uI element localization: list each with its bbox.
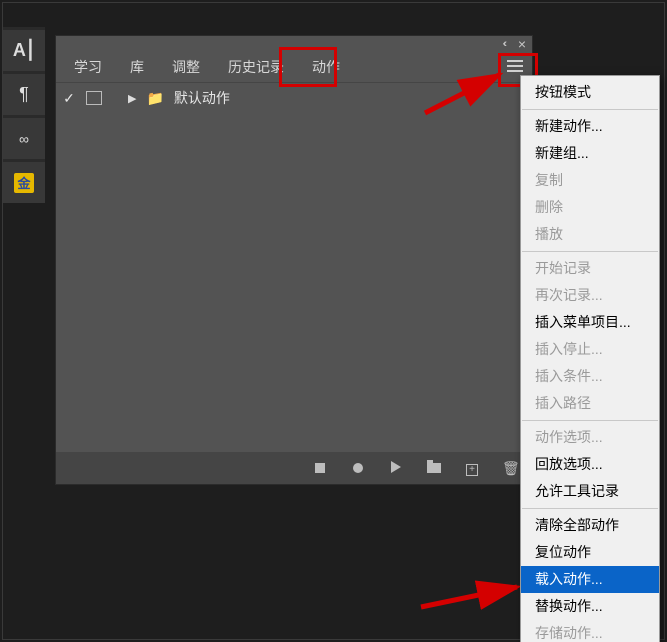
delete-button[interactable]: 🗑 [502, 460, 518, 477]
action-set-label: 默认动作 [174, 88, 230, 108]
app-icon: 金 [14, 173, 34, 193]
menu-item-label: 按钮模式 [535, 84, 591, 100]
menu-item-delete: 删除 [521, 194, 659, 221]
toggle-check-icon[interactable]: ✓ [62, 90, 76, 107]
left-toolstrip: A⎮ ¶ ∞ 金 [3, 27, 45, 203]
plus-icon: + [466, 464, 478, 476]
menu-item-clear-all-actions[interactable]: 清除全部动作 [521, 512, 659, 539]
panel-flyout-menu-button[interactable] [504, 56, 526, 76]
menu-item-label: 复制 [535, 172, 563, 188]
tab-label: 学习 [74, 57, 102, 77]
menu-item-play: 播放 [521, 221, 659, 248]
share-icon: ∞ [14, 129, 34, 149]
menu-item-replace-actions[interactable]: 替换动作... [521, 593, 659, 620]
menu-separator [522, 508, 658, 509]
tab-label: 调整 [172, 57, 200, 77]
menu-item-label: 新建组... [535, 145, 589, 161]
panel-close-button[interactable]: × [518, 36, 526, 52]
menu-item-label: 动作选项... [535, 429, 603, 445]
menu-item-label: 插入停止... [535, 341, 603, 357]
menu-item-start-record: 开始记录 [521, 255, 659, 282]
tab-learn[interactable]: 学习 [60, 52, 116, 82]
annotation-arrow-to-load-actions [417, 579, 527, 613]
record-button[interactable] [350, 461, 366, 476]
menu-item-allow-tool-record[interactable]: 允许工具记录 [521, 478, 659, 505]
hamburger-icon [507, 65, 523, 67]
menu-item-label: 允许工具记录 [535, 483, 619, 499]
menu-item-insert-stop: 插入停止... [521, 336, 659, 363]
folder-icon [427, 463, 441, 473]
trash-icon: 🗑 [502, 460, 520, 476]
menu-item-insert-path: 插入路径 [521, 390, 659, 417]
menu-item-label: 载入动作... [535, 571, 603, 587]
folder-icon: 📁 [146, 90, 163, 107]
menu-item-label: 回放选项... [535, 456, 603, 472]
menu-item-new-action[interactable]: 新建动作... [521, 113, 659, 140]
panel-topbar: ‹‹ × [56, 36, 532, 52]
new-action-button[interactable]: + [464, 460, 480, 476]
menu-item-label: 播放 [535, 226, 563, 242]
panel-flyout-menu: 按钮模式 新建动作... 新建组... 复制 删除 播放 开始记录 再次记录..… [520, 75, 660, 642]
menu-item-label: 插入路径 [535, 395, 591, 411]
menu-item-label: 开始记录 [535, 260, 591, 276]
panel-tabs: 学习 库 调整 历史记录 动作 [56, 52, 532, 82]
menu-item-duplicate: 复制 [521, 167, 659, 194]
dialog-toggle-icon[interactable] [86, 91, 102, 105]
menu-item-save-actions: 存储动作... [521, 620, 659, 642]
menu-item-button-mode[interactable]: 按钮模式 [521, 79, 659, 106]
app-stage: ›› A⎮ ¶ ∞ 金 ‹‹ × 学习 库 调整 历史记录 动作 [2, 2, 665, 640]
menu-item-new-group[interactable]: 新建组... [521, 140, 659, 167]
menu-item-playback-options[interactable]: 回放选项... [521, 451, 659, 478]
app-icon-button[interactable]: 金 [3, 159, 45, 203]
tab-adjust[interactable]: 调整 [158, 52, 214, 82]
tab-history[interactable]: 历史记录 [214, 52, 298, 82]
menu-item-label: 新建动作... [535, 118, 603, 134]
tab-label: 库 [130, 57, 144, 77]
menu-item-label: 清除全部动作 [535, 517, 619, 533]
tab-library[interactable]: 库 [116, 52, 158, 82]
play-button[interactable] [388, 461, 404, 476]
paragraph-icon: ¶ [14, 85, 34, 105]
actions-panel: ‹‹ × 学习 库 调整 历史记录 动作 ✓ ▶ 📁 默认动作 [55, 35, 533, 485]
panel-footer: + 🗑 [56, 452, 532, 484]
menu-item-label: 再次记录... [535, 287, 603, 303]
stop-icon [315, 463, 325, 473]
stop-button[interactable] [312, 461, 328, 476]
tab-actions[interactable]: 动作 [298, 52, 354, 82]
paragraph-tool-button[interactable]: ¶ [3, 71, 45, 115]
menu-item-action-options: 动作选项... [521, 424, 659, 451]
action-set-row[interactable]: ✓ ▶ 📁 默认动作 [56, 83, 532, 113]
share-tool-button[interactable]: ∞ [3, 115, 45, 159]
menu-item-label: 存储动作... [535, 625, 603, 641]
tab-label: 动作 [312, 57, 340, 77]
menu-separator [522, 251, 658, 252]
expand-chevron-icon[interactable]: ▶ [128, 92, 136, 105]
menu-item-insert-condition: 插入条件... [521, 363, 659, 390]
tab-label: 历史记录 [228, 57, 284, 77]
play-icon [391, 461, 401, 473]
type-tool-icon: A⎮ [14, 41, 34, 61]
menu-item-record-again: 再次记录... [521, 282, 659, 309]
menu-item-label: 删除 [535, 199, 563, 215]
menu-item-label: 插入条件... [535, 368, 603, 384]
new-folder-button[interactable] [426, 461, 442, 476]
menu-item-load-actions[interactable]: 载入动作... [521, 566, 659, 593]
type-tool-button[interactable]: A⎮ [3, 27, 45, 71]
menu-separator [522, 420, 658, 421]
menu-item-label: 替换动作... [535, 598, 603, 614]
menu-item-label: 复位动作 [535, 544, 591, 560]
record-icon [353, 463, 363, 473]
menu-separator [522, 109, 658, 110]
menu-item-label: 插入菜单项目... [535, 314, 631, 330]
panel-collapse-chevrons-icon[interactable]: ‹‹ [503, 38, 504, 50]
menu-item-reset-actions[interactable]: 复位动作 [521, 539, 659, 566]
menu-item-insert-menu-item[interactable]: 插入菜单项目... [521, 309, 659, 336]
actions-list: ✓ ▶ 📁 默认动作 [56, 82, 532, 452]
